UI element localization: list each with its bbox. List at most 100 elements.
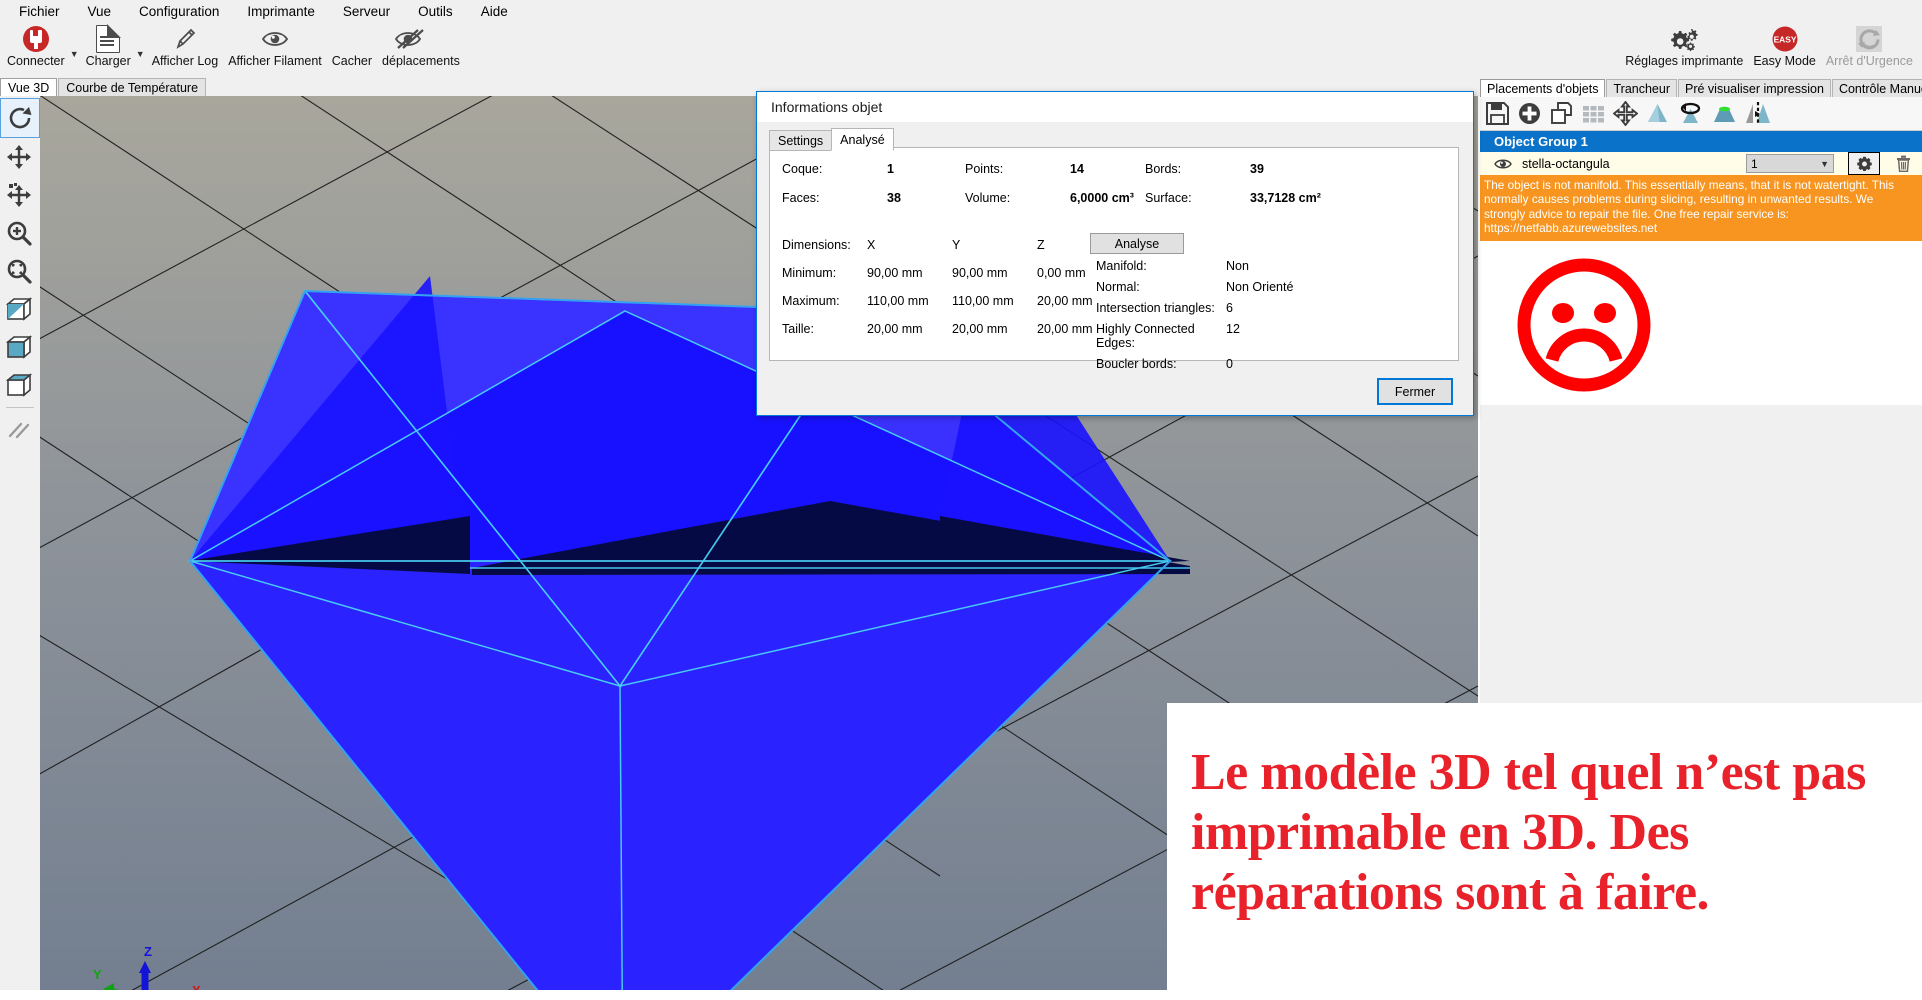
save-icon bbox=[1486, 102, 1509, 125]
menu-bar: Fichier Vue Configuration Imprimante Ser… bbox=[0, 0, 1922, 22]
easy-badge-icon: EASY bbox=[1770, 24, 1800, 54]
toolbar-button-afficher-log[interactable]: Afficher Log bbox=[147, 23, 223, 69]
toolbar-label-afficher-filament: Afficher Filament bbox=[228, 54, 322, 68]
toolbar-label-afficher-log: Afficher Log bbox=[151, 54, 219, 68]
charger-dropdown-caret[interactable]: ▼ bbox=[136, 33, 145, 59]
label-maximum: Maximum: bbox=[782, 294, 840, 308]
toolbar-button-deplacements[interactable]: déplacements bbox=[377, 23, 465, 69]
copy-object-button[interactable] bbox=[1549, 101, 1574, 126]
menu-item-fichier[interactable]: Fichier bbox=[5, 2, 74, 21]
menu-item-configuration[interactable]: Configuration bbox=[125, 2, 233, 21]
minimum-x: 90,00 mm bbox=[867, 266, 923, 280]
autoposition-grid-button[interactable] bbox=[1581, 101, 1606, 126]
connecter-dropdown-caret[interactable]: ▼ bbox=[70, 33, 79, 59]
scale-object-icon bbox=[1648, 104, 1667, 122]
object-count-select[interactable]: 1 ▼ bbox=[1746, 154, 1834, 173]
analyse-button[interactable]: Analyse bbox=[1090, 233, 1184, 254]
copy-object-icon bbox=[1551, 102, 1572, 124]
menu-item-imprimante[interactable]: Imprimante bbox=[233, 2, 329, 21]
value-surface: 33,7128 cm² bbox=[1250, 191, 1321, 205]
value-manifold: Non bbox=[1226, 259, 1249, 273]
value-highly-connected-edges: 12 bbox=[1226, 322, 1240, 336]
manifold-warning-message: The object is not manifold. This essenti… bbox=[1480, 175, 1922, 242]
tab-placements-objets[interactable]: Placements d'objets bbox=[1480, 79, 1606, 97]
menu-item-aide[interactable]: Aide bbox=[467, 2, 522, 21]
view-perspective-tool-button[interactable] bbox=[0, 290, 38, 328]
view-front-tool-button[interactable] bbox=[0, 328, 38, 366]
toolbar-button-charger[interactable]: Charger bbox=[81, 23, 136, 69]
tab-previsualiser-impression[interactable]: Pré visualiser impression bbox=[1678, 79, 1831, 97]
sad-face-container bbox=[1480, 241, 1922, 406]
normal-row: Normal: Non Orienté bbox=[1096, 280, 1426, 294]
object-settings-button[interactable] bbox=[1848, 152, 1880, 175]
value-bords: 39 bbox=[1250, 162, 1264, 176]
toolbar-button-arret-urgence[interactable]: Arrêt d'Urgence bbox=[1821, 23, 1918, 69]
sad-face-icon bbox=[1517, 258, 1651, 392]
move-object-tool-button[interactable] bbox=[0, 176, 38, 214]
menu-item-outils[interactable]: Outils bbox=[404, 2, 467, 21]
menu-item-vue[interactable]: Vue bbox=[74, 2, 126, 21]
value-intersection-triangles: 6 bbox=[1226, 301, 1233, 315]
annotation-text: Le modèle 3D tel quel n’est pas imprimab… bbox=[1191, 744, 1866, 921]
trash-icon bbox=[1896, 155, 1910, 172]
lay-flat-button[interactable] bbox=[1711, 101, 1738, 126]
chevron-down-icon: ▼ bbox=[1820, 158, 1829, 169]
maximum-y: 110,00 mm bbox=[952, 294, 1014, 308]
right-panel-tab-row: Placements d'objets Trancheur Pré visual… bbox=[1480, 78, 1922, 97]
axis-header-x: X bbox=[867, 238, 876, 252]
menu-item-serveur[interactable]: Serveur bbox=[329, 2, 404, 21]
close-button[interactable]: Fermer bbox=[1377, 378, 1453, 405]
toolbar-label-charger: Charger bbox=[85, 54, 131, 68]
parallel-lines-tool-button[interactable] bbox=[0, 411, 38, 449]
zoom-in-icon bbox=[7, 221, 32, 246]
toolbar-button-cacher[interactable]: Cacher bbox=[327, 23, 377, 69]
value-points: 14 bbox=[1070, 162, 1084, 176]
zoom-in-tool-button[interactable] bbox=[0, 214, 38, 252]
toolbar-button-connecter[interactable]: Connecter bbox=[2, 23, 70, 69]
tab-trancheur[interactable]: Trancheur bbox=[1606, 79, 1677, 97]
emergency-stop-icon bbox=[1854, 24, 1884, 54]
add-object-button[interactable] bbox=[1517, 101, 1542, 126]
parallel-lines-icon bbox=[8, 422, 30, 439]
label-points: Points: bbox=[965, 162, 1004, 176]
pencil-icon bbox=[171, 24, 199, 54]
mirror-object-button[interactable] bbox=[1745, 101, 1772, 126]
main-toolbar: Connecter ▼ Charger ▼ Afficher Log Affic… bbox=[0, 22, 1922, 79]
gears-icon bbox=[1666, 24, 1702, 54]
move-tool-button[interactable] bbox=[0, 138, 38, 176]
viewport-tool-column bbox=[0, 96, 40, 990]
object-delete-button[interactable] bbox=[1890, 153, 1916, 174]
eye-slash-moves-icon bbox=[394, 24, 426, 54]
toolbar-button-easy-mode[interactable]: EASY Easy Mode bbox=[1748, 23, 1821, 69]
label-highly-connected-edges: Highly Connected Edges: bbox=[1096, 322, 1195, 350]
object-list-item[interactable]: stella-octangula 1 ▼ bbox=[1480, 152, 1922, 175]
label-intersection-triangles: Intersection triangles: bbox=[1096, 301, 1215, 315]
dialog-tab-row: Settings Analysé bbox=[769, 128, 894, 151]
dialog-tab-analyse[interactable]: Analysé bbox=[831, 128, 894, 151]
cube-perspective-icon bbox=[5, 297, 33, 321]
zoom-fit-tool-button[interactable] bbox=[0, 252, 38, 290]
object-name: stella-octangula bbox=[1522, 156, 1610, 171]
tab-controle-manuel[interactable]: Contrôle Manuel bbox=[1831, 79, 1922, 97]
label-coque: Coque: bbox=[782, 162, 823, 176]
center-object-button[interactable] bbox=[1613, 101, 1638, 126]
eye-icon bbox=[260, 24, 290, 54]
rotate-tool-button[interactable] bbox=[0, 98, 40, 138]
mirror-object-icon bbox=[1746, 102, 1770, 125]
tab-vue-3d[interactable]: Vue 3D bbox=[0, 78, 58, 96]
move-object-icon bbox=[7, 183, 31, 207]
toolbar-button-reglages-imprimante[interactable]: Réglages imprimante bbox=[1620, 23, 1748, 69]
view-top-tool-button[interactable] bbox=[0, 366, 38, 404]
eye-icon[interactable] bbox=[1494, 158, 1512, 170]
rotate-object-button[interactable] bbox=[1677, 101, 1704, 126]
scale-object-button[interactable] bbox=[1645, 101, 1670, 126]
object-group-header[interactable]: Object Group 1 bbox=[1480, 131, 1922, 152]
svg-text:X: X bbox=[192, 983, 201, 990]
toolbar-button-afficher-filament[interactable]: Afficher Filament bbox=[223, 23, 327, 69]
tab-courbe-temperature[interactable]: Courbe de Température bbox=[58, 78, 207, 96]
manifold-info-block: Manifold: Non Normal: Non Orienté Inters… bbox=[1096, 259, 1426, 378]
cube-front-icon bbox=[5, 335, 33, 359]
label-taille: Taille: bbox=[782, 322, 814, 336]
dialog-tab-settings[interactable]: Settings bbox=[769, 130, 833, 151]
save-button[interactable] bbox=[1485, 101, 1510, 126]
